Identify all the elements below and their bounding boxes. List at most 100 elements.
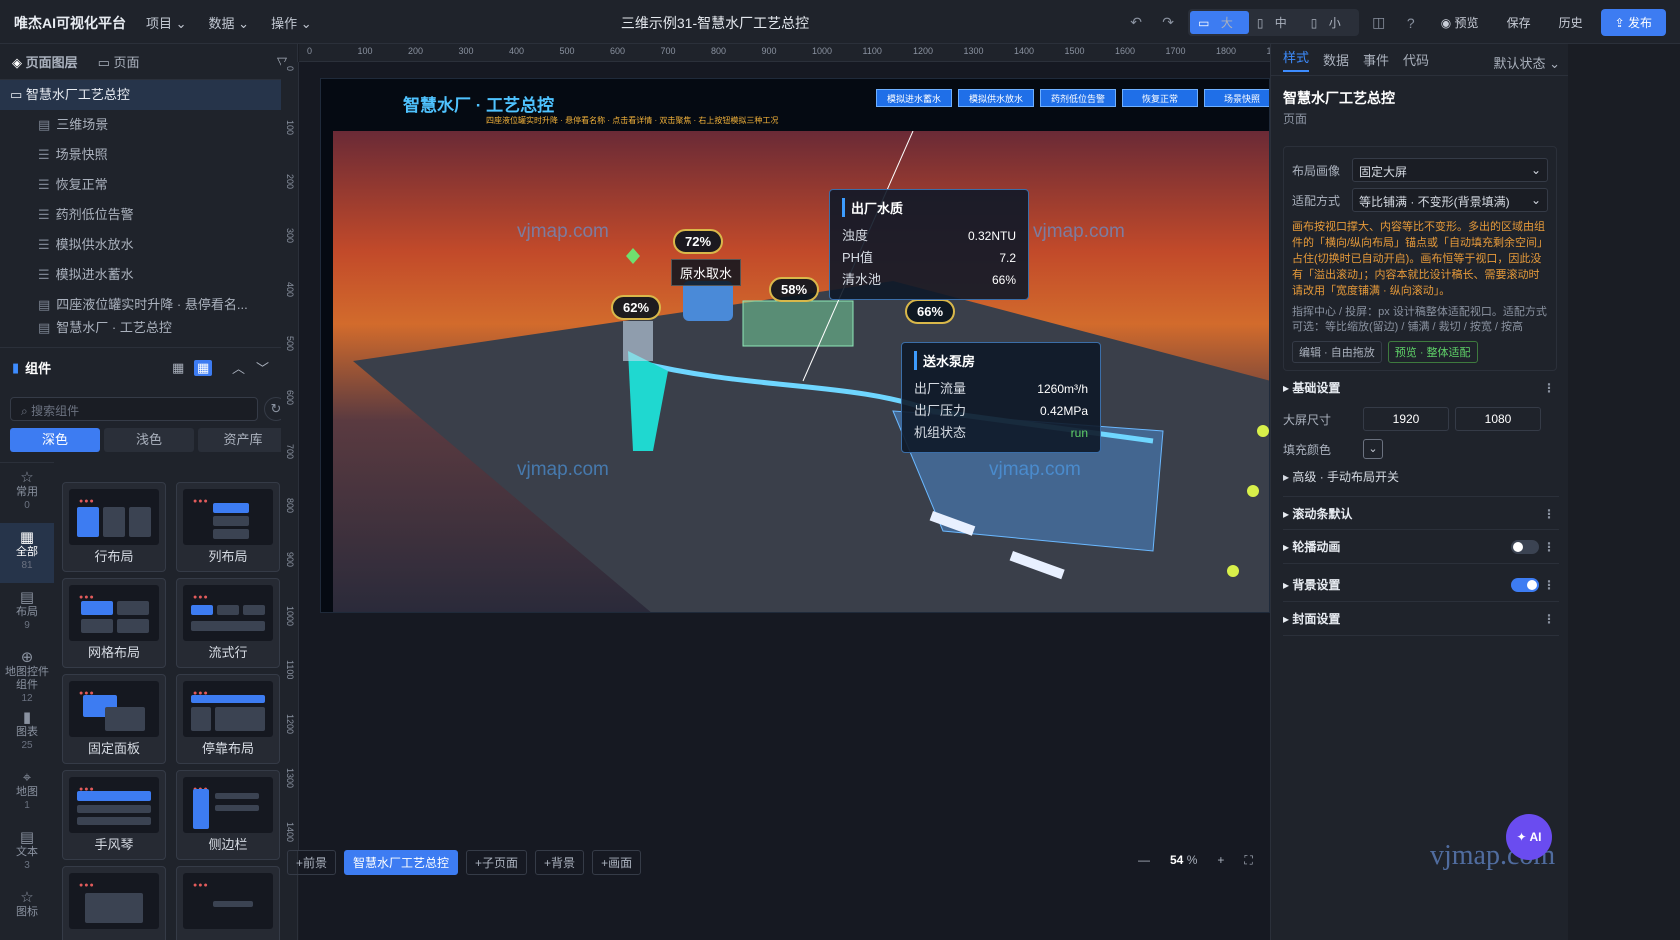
btn-alarm[interactable]: 药剂低位告警: [1040, 89, 1116, 107]
stage-screen[interactable]: 智慧水厂 · 工艺总控 四座液位罐实时升降 · 悬停看名称 · 点击看详情 · …: [320, 78, 1270, 613]
level-badge[interactable]: 66%: [905, 299, 956, 324]
history-button[interactable]: 历史: [1549, 10, 1593, 35]
ruler-tick-label: 1000: [285, 606, 295, 627]
ai-assistant-button[interactable]: ✦ AI: [1506, 814, 1552, 860]
layer-item[interactable]: ☰ 场景快照: [0, 140, 297, 170]
component-card-column[interactable]: ●●● 列布局: [176, 482, 280, 572]
component-card-sidebar[interactable]: ●●●侧边栏: [176, 770, 280, 860]
state-select[interactable]: 默认状态 ⌄: [1493, 53, 1560, 72]
background-toggle[interactable]: [1511, 578, 1539, 592]
layer-item[interactable]: ▤ 三维场景: [0, 110, 297, 140]
tab-data[interactable]: 数据: [1323, 50, 1349, 69]
edit-mode-tag[interactable]: 编辑 · 自由拖放: [1292, 341, 1382, 363]
page-tab-main[interactable]: 智慧水厂工艺总控: [344, 850, 459, 875]
palette-dark[interactable]: 深色: [10, 428, 100, 452]
advanced-toggle[interactable]: ▸ 高级 · 手动布局开关: [1283, 468, 1399, 485]
ruler-tick-label: 900: [285, 552, 295, 568]
layer-item[interactable]: ☰ 模拟供水放水: [0, 230, 297, 260]
component-card-row[interactable]: ●●● 行布局: [62, 482, 166, 572]
category-map[interactable]: ⌖ 地图 1: [0, 763, 54, 823]
tab-layers[interactable]: ◈ 页面图层: [12, 52, 78, 71]
level-badge[interactable]: 62%: [611, 295, 662, 320]
palette-light[interactable]: 浅色: [104, 428, 194, 452]
height-input[interactable]: 1080: [1455, 407, 1541, 431]
ruler-tick-label: 800: [711, 46, 727, 56]
level-badge[interactable]: 58%: [769, 277, 820, 302]
preview-mode-tag[interactable]: 预览 · 整体适配: [1387, 341, 1478, 363]
section-basic[interactable]: ▸ 基础设置 ⋮: [1283, 371, 1559, 405]
category-all[interactable]: ▦ 全部 81: [0, 523, 54, 583]
component-card-flow[interactable]: ●●● 流式行: [176, 578, 280, 668]
category-charts[interactable]: ▮ 图表 25: [0, 703, 54, 763]
btn-outflow[interactable]: 模拟供水放水: [958, 89, 1034, 107]
carousel-toggle[interactable]: [1511, 540, 1539, 554]
layer-item[interactable]: ▤ 四座液位罐实时升降 · 悬停看名...: [0, 290, 297, 320]
top-toolbar: 唯杰AI可视化平台 项目 ⌄ 数据 ⌄ 操作 ⌄ 三维示例31-智慧水厂工艺总控…: [0, 0, 1680, 44]
width-input[interactable]: 1920: [1363, 407, 1449, 431]
publish-button[interactable]: ⇪ 发布: [1600, 9, 1666, 36]
add-frame-button[interactable]: +画面: [592, 850, 642, 875]
tab-pages[interactable]: ▭ 页面: [98, 52, 140, 71]
more-icon[interactable]: ⋮: [1543, 530, 1555, 564]
level-badge[interactable]: 72%: [673, 229, 724, 254]
component-search-input[interactable]: ⌕ 搜索组件: [10, 397, 258, 421]
ruler-tick-label: 700: [660, 46, 676, 56]
help-icon[interactable]: ?: [1399, 11, 1423, 35]
more-icon[interactable]: ⋮: [1543, 602, 1555, 636]
chat-icon[interactable]: ◫: [1367, 11, 1391, 35]
three-d-scene[interactable]: vjmap.com vjmap.com vjmap.com vjmap.com …: [333, 131, 1269, 612]
more-icon[interactable]: ⋮: [1543, 497, 1555, 531]
layout-select[interactable]: 固定大屏 ⌄: [1352, 158, 1548, 182]
zoom-in-icon[interactable]: +: [1217, 853, 1224, 868]
chevron-down-icon[interactable]: ﹀: [256, 358, 269, 377]
list-view-icon[interactable]: ▦: [194, 359, 213, 376]
layer-item[interactable]: ☰ 药剂低位告警: [0, 200, 297, 230]
ruler-tick-label: 1200: [285, 714, 295, 735]
btn-inflow[interactable]: 模拟进水蓄水: [876, 89, 952, 107]
add-foreground-button[interactable]: +前景: [287, 850, 337, 875]
add-background-button[interactable]: +背景: [535, 850, 585, 875]
tree-root[interactable]: ▭ 智慧水厂工艺总控: [0, 80, 297, 110]
category-text[interactable]: ▤ 文本 3: [0, 823, 54, 883]
component-card-fixed-panel[interactable]: ●●● 固定面板: [62, 674, 166, 764]
category-layout[interactable]: ▤ 布局 9: [0, 583, 54, 643]
fit-select[interactable]: 等比铺满 · 不变形(背景填满) ⌄: [1352, 188, 1548, 212]
ruler-tick-label: 400: [509, 46, 525, 56]
category-common[interactable]: ☆ 常用 0: [0, 463, 54, 523]
layer-item[interactable]: ☰ 恢复正常: [0, 170, 297, 200]
add-subpage-button[interactable]: +子页面: [466, 850, 528, 875]
section-scrollbar[interactable]: ▸ 滚动条默认 ⋮: [1283, 496, 1559, 530]
tab-code[interactable]: 代码: [1403, 50, 1429, 69]
layer-item[interactable]: ☰ 模拟进水蓄水: [0, 260, 297, 290]
section-background[interactable]: ▸ 背景设置 ⋮: [1283, 568, 1559, 602]
size-large[interactable]: ▭ 大: [1190, 11, 1249, 34]
btn-snapshot[interactable]: 场景快照: [1204, 89, 1269, 107]
size-medium[interactable]: ▯ 中: [1249, 11, 1303, 34]
component-card-carousel[interactable]: ●●●: [62, 866, 166, 940]
zoom-out-icon[interactable]: —: [1138, 853, 1150, 868]
grid-view-icon[interactable]: ▦: [172, 360, 184, 376]
layer-item[interactable]: ▤ 智慧水厂 · 工艺总控: [0, 320, 297, 336]
fullscreen-icon[interactable]: ⛶: [1244, 853, 1252, 868]
undo-icon[interactable]: ↶: [1124, 11, 1148, 35]
component-card-grid[interactable]: ●●● 网格布局: [62, 578, 166, 668]
component-card-dock[interactable]: ●●● 停靠布局: [176, 674, 280, 764]
save-button[interactable]: 保存: [1497, 10, 1541, 35]
category-map-controls[interactable]: ⊕ 地图控件组件 12: [0, 643, 54, 704]
palette-assets[interactable]: 资产库: [198, 428, 288, 452]
component-card-accordion[interactable]: ●●● 手风琴: [62, 770, 166, 860]
section-carousel[interactable]: ▸ 轮播动画 ⋮: [1283, 530, 1559, 564]
tab-style[interactable]: 样式: [1283, 47, 1310, 72]
redo-icon[interactable]: ↷: [1156, 11, 1180, 35]
preview-button[interactable]: ◉ 预览: [1431, 10, 1489, 35]
section-cover[interactable]: ▸ 封面设置 ⋮: [1283, 602, 1559, 636]
size-small[interactable]: ▯ 小: [1303, 11, 1357, 34]
btn-restore[interactable]: 恢复正常: [1122, 89, 1198, 107]
category-icons[interactable]: ☆ 图标: [0, 883, 54, 940]
chevron-up-icon[interactable]: ︿: [232, 358, 245, 377]
color-picker-icon[interactable]: ⌄: [1363, 439, 1383, 459]
more-icon[interactable]: ⋮: [1543, 371, 1555, 405]
more-icon[interactable]: ⋮: [1543, 568, 1555, 602]
component-card-slider[interactable]: ●●●: [176, 866, 280, 940]
tab-events[interactable]: 事件: [1363, 50, 1389, 69]
